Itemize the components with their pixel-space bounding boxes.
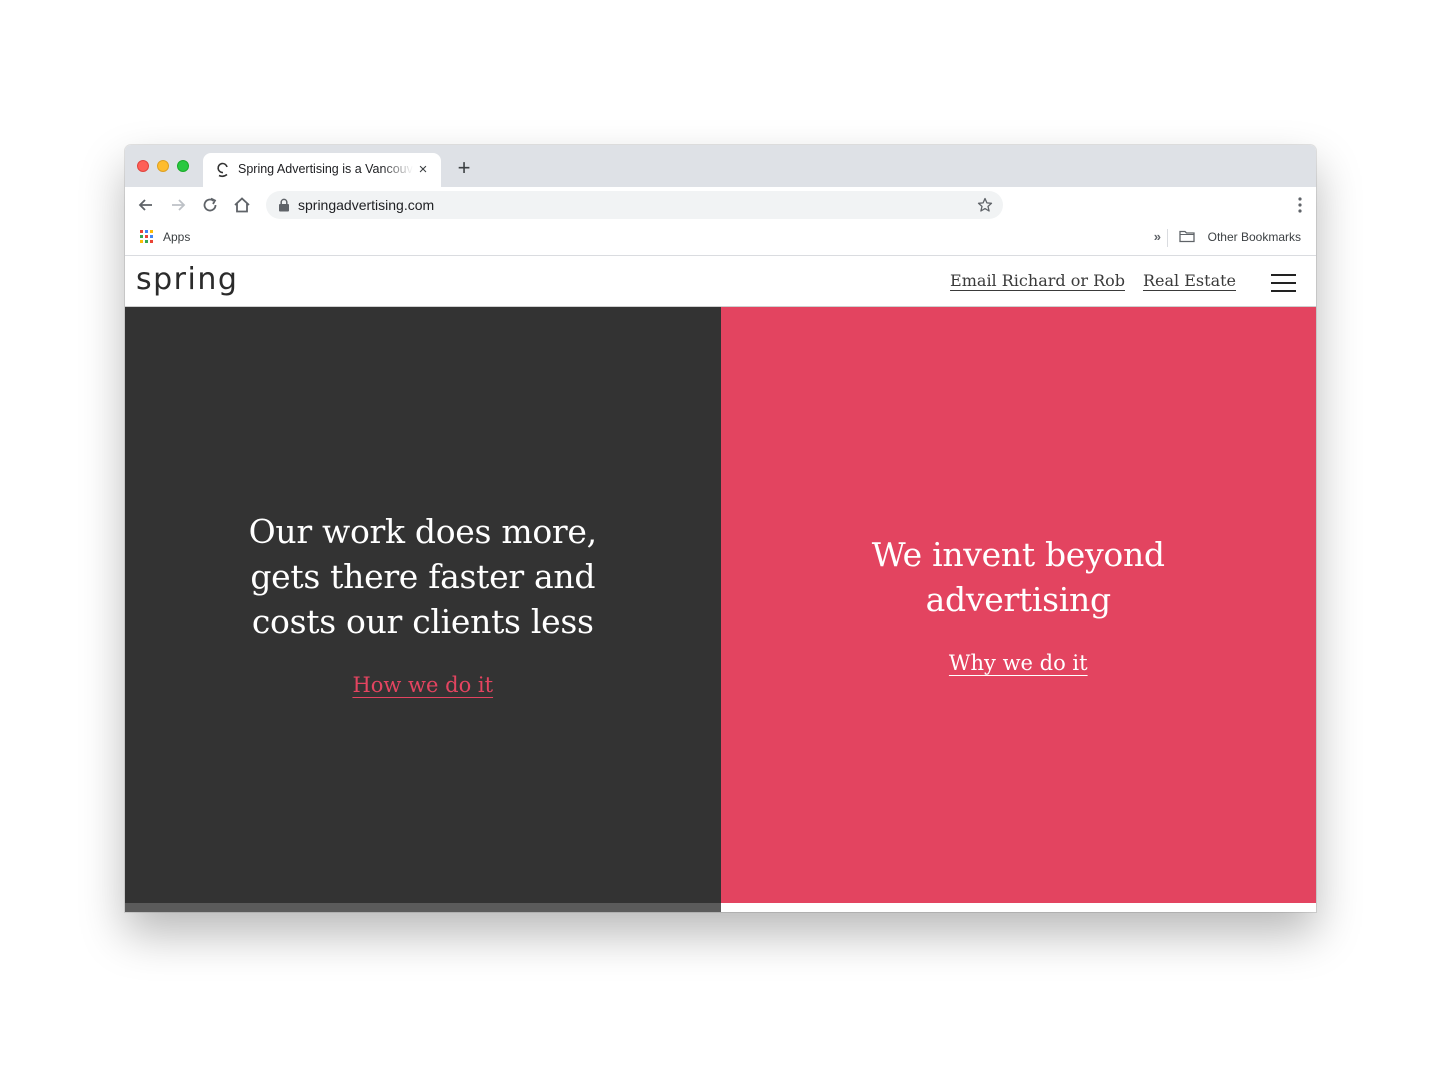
url-text: springadvertising.com [298, 197, 435, 213]
browser-menu-icon[interactable] [1298, 197, 1302, 213]
bookmarks-bar: Apps » Other Bookmarks [125, 223, 1316, 256]
nav-real-estate-link[interactable]: Real Estate [1143, 271, 1236, 290]
tab-close-icon[interactable]: × [415, 162, 431, 178]
how-we-do-it-link[interactable]: How we do it [352, 673, 493, 697]
right-panel: We invent beyond advertising Why we do i… [720, 307, 1317, 903]
lock-icon [279, 198, 289, 212]
minimize-window-button[interactable] [157, 160, 169, 172]
site-header: spring Email Richard or Rob Real Estate [125, 256, 1316, 307]
left-headline-line: Our work does more, [248, 512, 597, 551]
address-bar[interactable]: springadvertising.com [266, 191, 1003, 219]
left-headline: Our work does more, gets there faster an… [125, 509, 721, 644]
left-panel-footer-strip [125, 903, 721, 912]
spring-favicon-icon [217, 162, 228, 178]
new-tab-button[interactable]: + [453, 157, 475, 179]
chevron-double-right-icon[interactable]: » [1154, 229, 1161, 244]
close-window-button[interactable] [137, 160, 149, 172]
reload-icon[interactable] [200, 195, 220, 215]
why-we-do-it-container: Why we do it [721, 651, 1317, 675]
right-headline-line: We invent beyond [871, 535, 1165, 574]
nav-email-link[interactable]: Email Richard or Rob [950, 271, 1125, 290]
right-headline: We invent beyond advertising [721, 532, 1317, 622]
folder-icon [1179, 230, 1195, 243]
web-page: spring Email Richard or Rob Real Estate … [125, 256, 1316, 912]
hamburger-menu-icon[interactable] [1271, 274, 1296, 292]
bookmark-star-icon[interactable] [977, 197, 993, 213]
left-panel: Our work does more, gets there faster an… [125, 307, 721, 903]
how-we-do-it-container: How we do it [125, 673, 721, 697]
why-we-do-it-link[interactable]: Why we do it [949, 651, 1088, 675]
left-headline-line: costs our clients less [251, 602, 594, 641]
right-headline-line: advertising [925, 580, 1111, 619]
home-icon[interactable] [232, 195, 252, 215]
tab-spring-advertising[interactable]: Spring Advertising is a Vancouver advert… [203, 153, 441, 187]
forward-arrow-icon[interactable] [168, 195, 188, 215]
browser-toolbar: springadvertising.com [125, 187, 1316, 223]
apps-bookmark[interactable]: Apps [163, 230, 190, 244]
back-arrow-icon[interactable] [136, 195, 156, 215]
left-headline-line: gets there faster and [250, 557, 596, 596]
other-bookmarks[interactable]: Other Bookmarks [1208, 230, 1301, 244]
tab-strip: Spring Advertising is a Vancouver advert… [125, 145, 1316, 187]
maximize-window-button[interactable] [177, 160, 189, 172]
tab-title: Spring Advertising is a Vancouver advert… [238, 162, 413, 176]
bookmarks-divider [1167, 229, 1168, 247]
spring-logo[interactable]: spring [136, 262, 238, 297]
apps-grid-icon[interactable] [140, 230, 153, 243]
browser-window: Spring Advertising is a Vancouver advert… [125, 145, 1316, 912]
